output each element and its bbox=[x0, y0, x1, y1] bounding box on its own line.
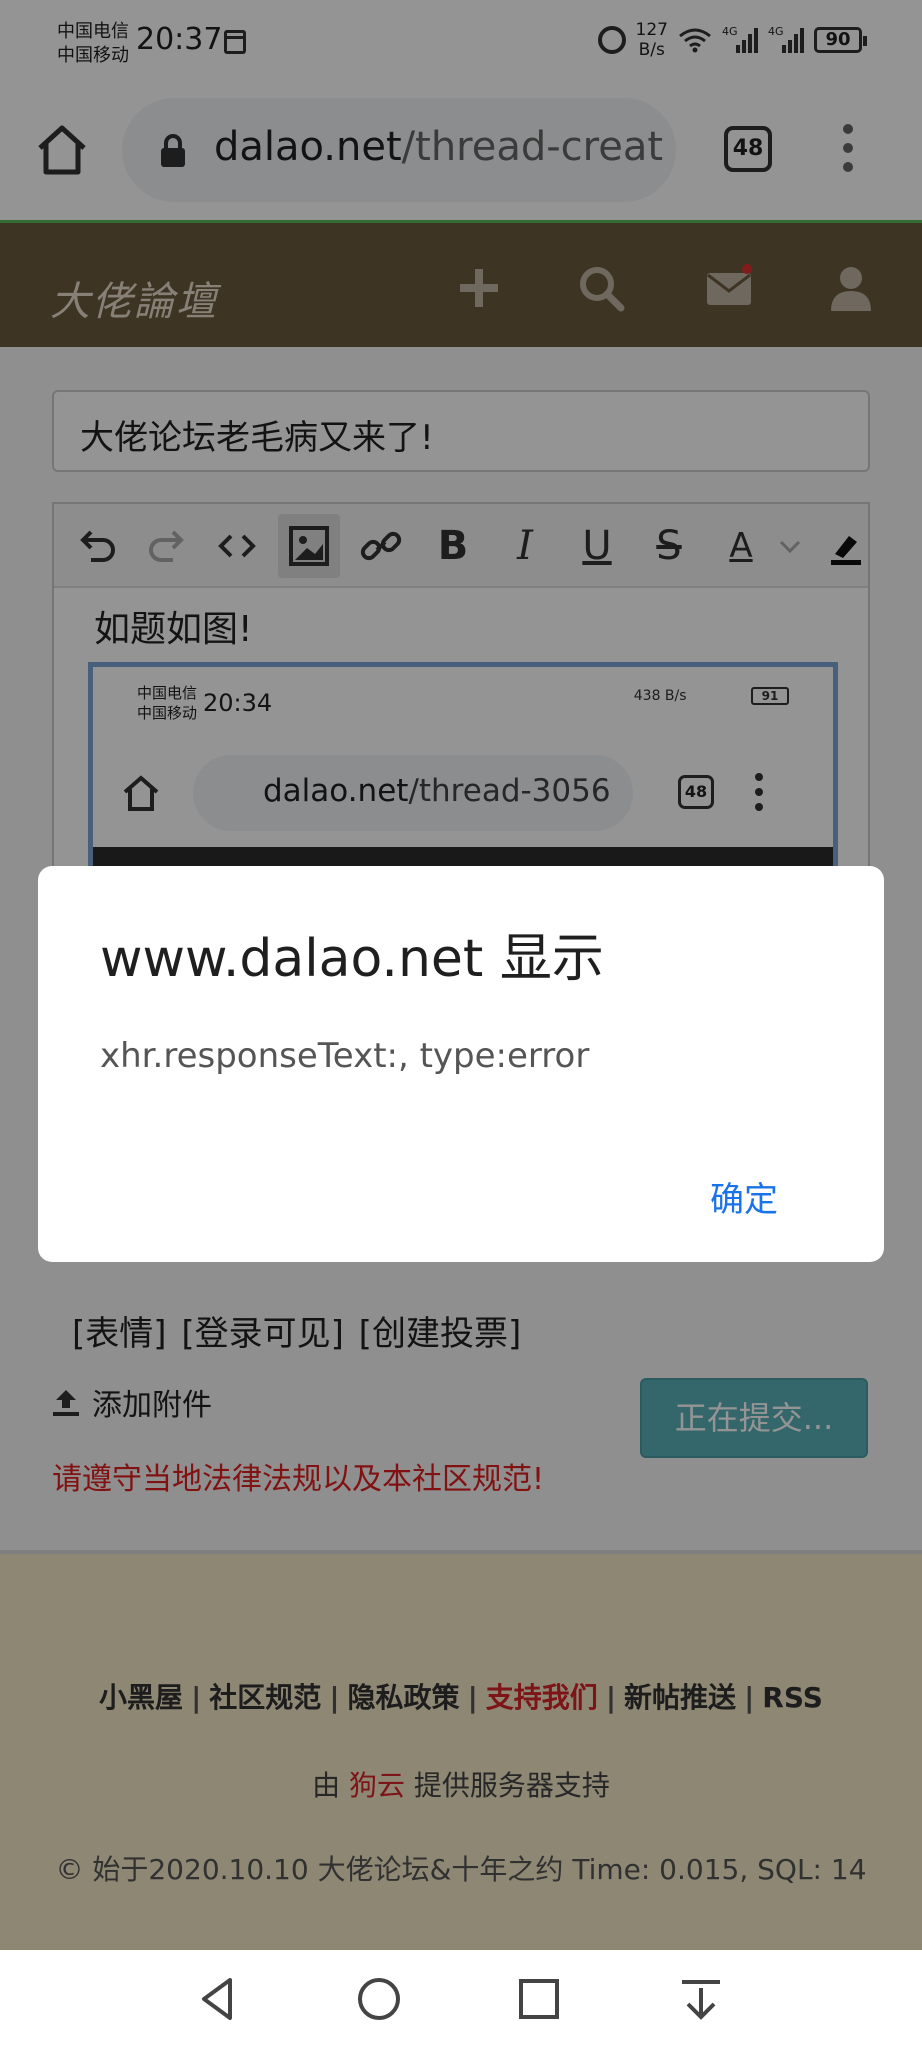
system-navigation-bar bbox=[0, 1950, 922, 2048]
dialog-ok-button[interactable]: 确定 bbox=[710, 1172, 778, 1221]
alert-dialog: www.dalao.net 显示 xhr.responseText:, type… bbox=[38, 866, 884, 1262]
notification-pulldown-icon[interactable] bbox=[674, 1972, 728, 2026]
home-nav-icon[interactable] bbox=[352, 1972, 406, 2026]
recents-icon[interactable] bbox=[512, 1972, 566, 2026]
back-icon[interactable] bbox=[192, 1972, 246, 2026]
dialog-message: xhr.responseText:, type:error bbox=[100, 1036, 590, 1076]
dialog-title: www.dalao.net 显示 bbox=[100, 929, 604, 989]
